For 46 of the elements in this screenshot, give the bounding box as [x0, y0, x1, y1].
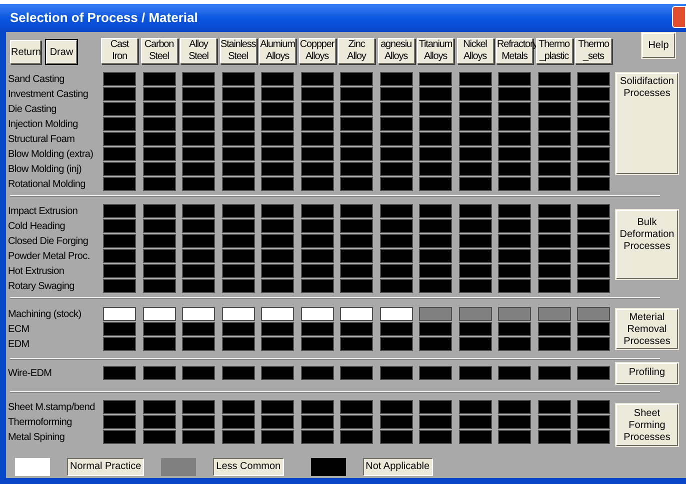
process-label: ECM [7, 322, 30, 336]
process-label: Thermoforming [7, 416, 73, 430]
material-button[interactable]: Alloy Steel [180, 38, 217, 64]
legend-label: Less Common [213, 458, 284, 476]
process-label: Machining (stock) [7, 308, 82, 322]
process-label: Sand Casting [7, 72, 66, 86]
material-button[interactable]: Carbon Steel [140, 38, 178, 64]
process-label: Impact Extrusion [7, 204, 79, 218]
process-label: Cold Heading [7, 220, 66, 234]
process-label: Closed Die Forging [7, 234, 90, 248]
help-button[interactable]: Help [642, 33, 675, 58]
process-label: Blow Molding (inj) [7, 162, 83, 176]
material-button[interactable]: Coppper Alloys [298, 38, 336, 64]
material-button[interactable]: Cast Iron [101, 38, 138, 64]
toolbar-button[interactable]: Return [10, 40, 41, 64]
category-button[interactable]: Solidifaction Processes [616, 73, 678, 174]
process-label: Blow Molding (extra) [7, 148, 94, 162]
material-button[interactable]: Zinc Alloy [338, 38, 375, 64]
material-button[interactable]: Stainless Steel [220, 38, 256, 64]
process-label: Die Casting [7, 102, 58, 116]
material-button[interactable]: Titanium Alloys [417, 38, 454, 64]
material-button[interactable]: Nickel Alloys [456, 38, 494, 64]
process-label: Investment Casting [7, 88, 90, 102]
process-label: Metal Spining [7, 430, 66, 444]
material-button[interactable]: Thermo _sets [575, 38, 612, 64]
material-button[interactable]: Thermo _plastic [536, 38, 572, 64]
process-label: Rotary Swaging [7, 280, 76, 294]
process-label: Structural Foam [7, 132, 76, 146]
process-label: Rotational Molding [7, 178, 86, 192]
legend-label: Normal Practice [67, 458, 144, 476]
material-button[interactable]: Alumium Alloys [259, 38, 296, 64]
process-label: Powder Metal Proc. [7, 250, 91, 264]
window-title: Selection of Process / Material [10, 9, 198, 28]
process-label: Wire-EDM [7, 366, 53, 380]
process-label: Sheet M.stamp/bend [7, 400, 96, 414]
category-button[interactable]: Bulk Deformation Processes [616, 210, 678, 279]
legend-label: Not Applicable [362, 458, 433, 476]
close-button[interactable] [672, 6, 686, 28]
process-label: Injection Molding [7, 118, 79, 132]
category-button[interactable]: Meterial Removal Processes [616, 309, 678, 349]
toolbar-button[interactable]: Draw [46, 40, 77, 64]
category-button[interactable]: Profiling [616, 363, 678, 384]
material-button[interactable]: agnesiu Alloys [378, 38, 414, 64]
process-label: EDM [7, 338, 30, 352]
category-button[interactable]: Sheet Forming Processes [616, 404, 678, 446]
process-label: Hot Extrusion [7, 264, 66, 278]
